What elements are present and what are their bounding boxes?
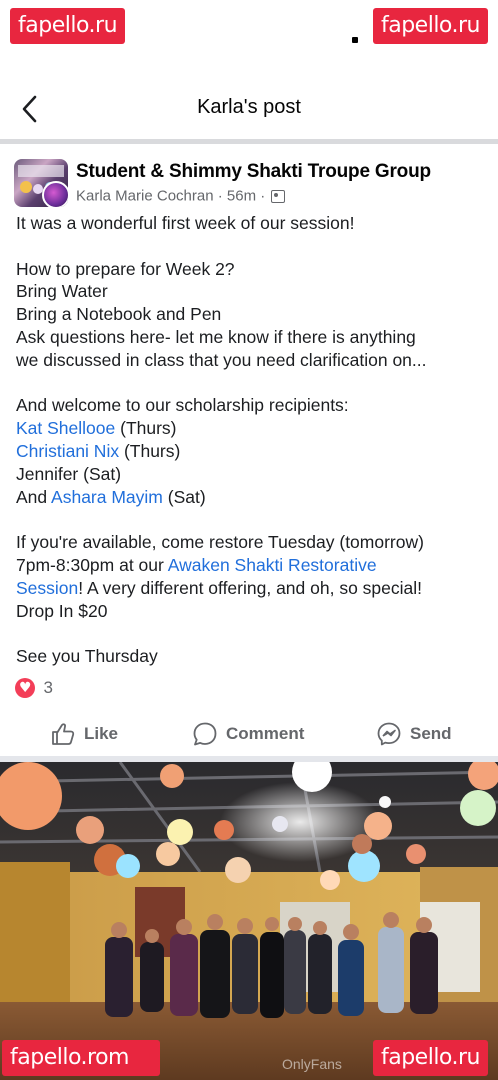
studio-group-photo <box>0 762 498 1080</box>
send-button[interactable]: Send <box>376 714 452 754</box>
event-link[interactable]: Session <box>16 578 78 598</box>
comment-button[interactable]: Comment <box>192 714 304 754</box>
post-text-line: It was a wonderful first week of our ses… <box>16 213 355 233</box>
watermark-logo: fapello.rom <box>2 1040 160 1076</box>
post-text-line: If you're available, come restore Tuesda… <box>16 532 424 553</box>
recipient-line: Christiani Nix (Thurs) <box>16 440 488 463</box>
group-name-link[interactable]: Student & Shimmy Shakti Troupe Group <box>76 161 431 183</box>
post-text-line: Drop In $20 <box>16 600 108 621</box>
user-mention-link[interactable]: Ashara Mayim <box>51 487 163 507</box>
like-label: Like <box>84 724 119 743</box>
recipient-line: Kat Shellooe (Thurs) <box>16 417 488 440</box>
recipient-day: (Thurs) <box>119 440 181 461</box>
love-reaction-icon <box>15 678 35 698</box>
page-title: Karla's post <box>197 96 301 118</box>
post-meta: Karla Marie Cochran · 56m · <box>76 187 286 205</box>
post-text-line: Ask questions here- let me know if there… <box>16 326 416 347</box>
thumbs-up-icon <box>52 723 75 745</box>
event-link[interactable]: Awaken Shakti Restorative <box>168 555 377 575</box>
comment-bubble-icon <box>193 722 217 746</box>
comment-label: Comment <box>226 724 305 743</box>
send-label: Send <box>410 724 452 743</box>
post-body: It was a wonderful first week of our ses… <box>16 212 488 668</box>
watermark-logo: fapello.ru <box>10 8 126 44</box>
author-avatar[interactable] <box>42 181 68 207</box>
post-text-line: 7pm-8:30pm at our Awaken Shakti Restorat… <box>16 554 488 577</box>
post-text-line: And welcome to our scholarship recipient… <box>16 395 349 416</box>
signal-icon <box>352 37 358 43</box>
recipient-line: And Ashara Mayim (Sat) <box>16 486 488 509</box>
post-text-line: See you Thursday <box>16 646 158 667</box>
post-photo[interactable]: OnlyFans <box>0 762 498 1080</box>
post-author-row: Student & Shimmy Shakti Troupe Group Kar… <box>14 156 484 210</box>
recipient-day: (Sat) <box>162 486 206 507</box>
post-text-line: we discussed in class that you need clar… <box>16 349 427 370</box>
watermark-logo: fapello.ru <box>372 1040 488 1076</box>
user-mention-link[interactable]: Christiani Nix <box>16 441 119 461</box>
status-bar: fapello.ru fapello.ru <box>0 0 498 60</box>
recipient-day: (Thurs) <box>115 418 177 439</box>
watermark-logo: fapello.ru <box>372 8 488 44</box>
post-text-line: Bring a Notebook and Pen <box>16 304 222 325</box>
like-button[interactable]: Like <box>50 714 118 754</box>
post-text-line: Bring Water <box>16 281 108 302</box>
post-text-line: How to prepare for Week 2? <box>16 258 235 279</box>
reaction-summary[interactable]: 3 <box>15 678 53 700</box>
meta-separator: · <box>217 187 223 205</box>
photo-watermark: OnlyFans <box>282 1056 342 1072</box>
author-name[interactable]: Karla Marie Cochran <box>76 188 214 205</box>
text-span: ! A very different offering, and oh, so … <box>78 577 423 598</box>
meta-separator: · <box>260 187 266 205</box>
messenger-icon <box>377 722 401 746</box>
reaction-count: 3 <box>43 678 53 697</box>
text-span: 7pm-8:30pm at our <box>16 554 168 575</box>
group-avatar[interactable] <box>14 159 68 207</box>
user-mention-link[interactable]: Kat Shellooe <box>16 418 115 438</box>
post-text-line: Session! A very different offering, and … <box>16 577 488 600</box>
group-privacy-icon <box>271 189 286 203</box>
post-action-bar: Like Comment Send <box>0 714 498 754</box>
post-header: Karla's post <box>0 72 498 144</box>
recipient-line: Jennifer (Sat) <box>16 463 122 484</box>
recipient-prefix: And <box>16 486 52 507</box>
post-time[interactable]: 56m <box>227 188 256 205</box>
